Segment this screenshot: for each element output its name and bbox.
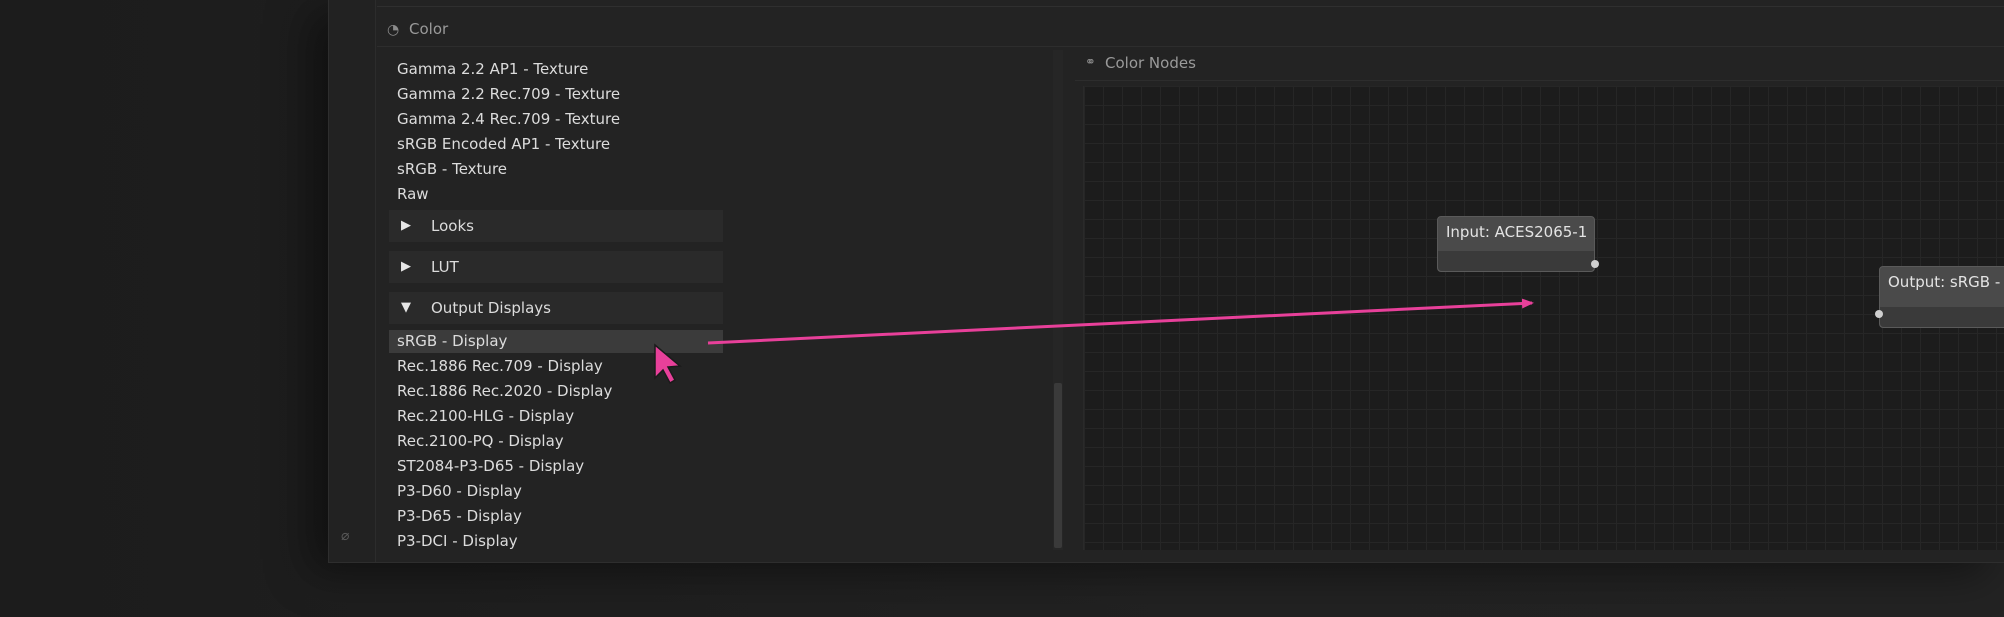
palette-icon: ◔	[387, 22, 400, 38]
list-item[interactable]: Rec.2100-PQ - Display	[389, 430, 723, 453]
section-lut[interactable]: ▶ LUT	[389, 251, 723, 283]
caret-right-icon: ▶	[401, 259, 411, 274]
list-item[interactable]: ST2084-P3-D65 - Display	[389, 455, 723, 478]
color-nodes-header: ⚭ Color Nodes	[1075, 50, 2004, 81]
node-title: Output: sRGB - Display	[1888, 273, 2004, 291]
list-item[interactable]: Rec.2100-HLG - Display	[389, 405, 723, 428]
node-title: Input: ACES2065-1	[1446, 223, 1588, 241]
list-item[interactable]: Rec.1886 Rec.2020 - Display	[389, 380, 723, 403]
graph-title: Color Nodes	[1105, 54, 1196, 72]
section-label: LUT	[431, 258, 459, 276]
output-node-input-port[interactable]	[1875, 310, 1883, 318]
list-item[interactable]: Rec.1886 Rec.709 - Display	[389, 355, 723, 378]
list-item[interactable]: sRGB Encoded AP1 - Texture	[389, 133, 723, 156]
list-item[interactable]: P3-DCI - Display	[389, 530, 723, 550]
caret-right-icon: ▶	[401, 218, 411, 233]
list-item[interactable]: sRGB - Texture	[389, 158, 723, 181]
list-item[interactable]: Gamma 2.2 AP1 - Texture	[389, 58, 723, 81]
list-item-selected[interactable]: sRGB - Display	[389, 330, 723, 353]
list-item[interactable]: Gamma 2.2 Rec.709 - Texture	[389, 83, 723, 106]
visibility-off-icon[interactable]: ⌀	[341, 528, 361, 548]
node-graph-icon: ⚭	[1085, 55, 1096, 70]
panel-title: Color	[409, 20, 449, 38]
list-item[interactable]: Gamma 2.4 Rec.709 - Texture	[389, 108, 723, 131]
window-divider	[377, 6, 2004, 7]
input-node[interactable]: Input: ACES2065-1	[1437, 216, 1595, 272]
input-node-output-port[interactable]	[1591, 260, 1599, 268]
node-body	[1880, 307, 2004, 327]
color-space-list: Gamma 2.2 AP1 - Texture Gamma 2.2 Rec.70…	[389, 50, 1059, 550]
list-item[interactable]: P3-D65 - Display	[389, 505, 723, 528]
app-window: ⌀ ◔ Color Gamma 2.2 AP1 - Texture Gamma …	[328, 0, 2004, 563]
node-body	[1438, 251, 1594, 271]
section-label: Output Displays	[431, 299, 551, 317]
section-label: Looks	[431, 217, 474, 235]
section-looks[interactable]: ▶ Looks	[389, 210, 723, 242]
color-panel-header: ◔ Color	[377, 14, 2004, 47]
section-output-displays[interactable]: ▼ Output Displays	[389, 292, 723, 324]
node-graph-canvas[interactable]: Input: ACES2065-1 Output: sRGB - Display	[1083, 86, 2004, 550]
output-node[interactable]: Output: sRGB - Display	[1879, 266, 2004, 328]
list-scrollbar-thumb[interactable]	[1054, 383, 1062, 548]
caret-down-icon: ▼	[401, 300, 411, 315]
list-item[interactable]: Raw	[389, 183, 723, 206]
left-rail: ⌀	[329, 0, 376, 562]
list-item[interactable]: P3-D60 - Display	[389, 480, 723, 503]
